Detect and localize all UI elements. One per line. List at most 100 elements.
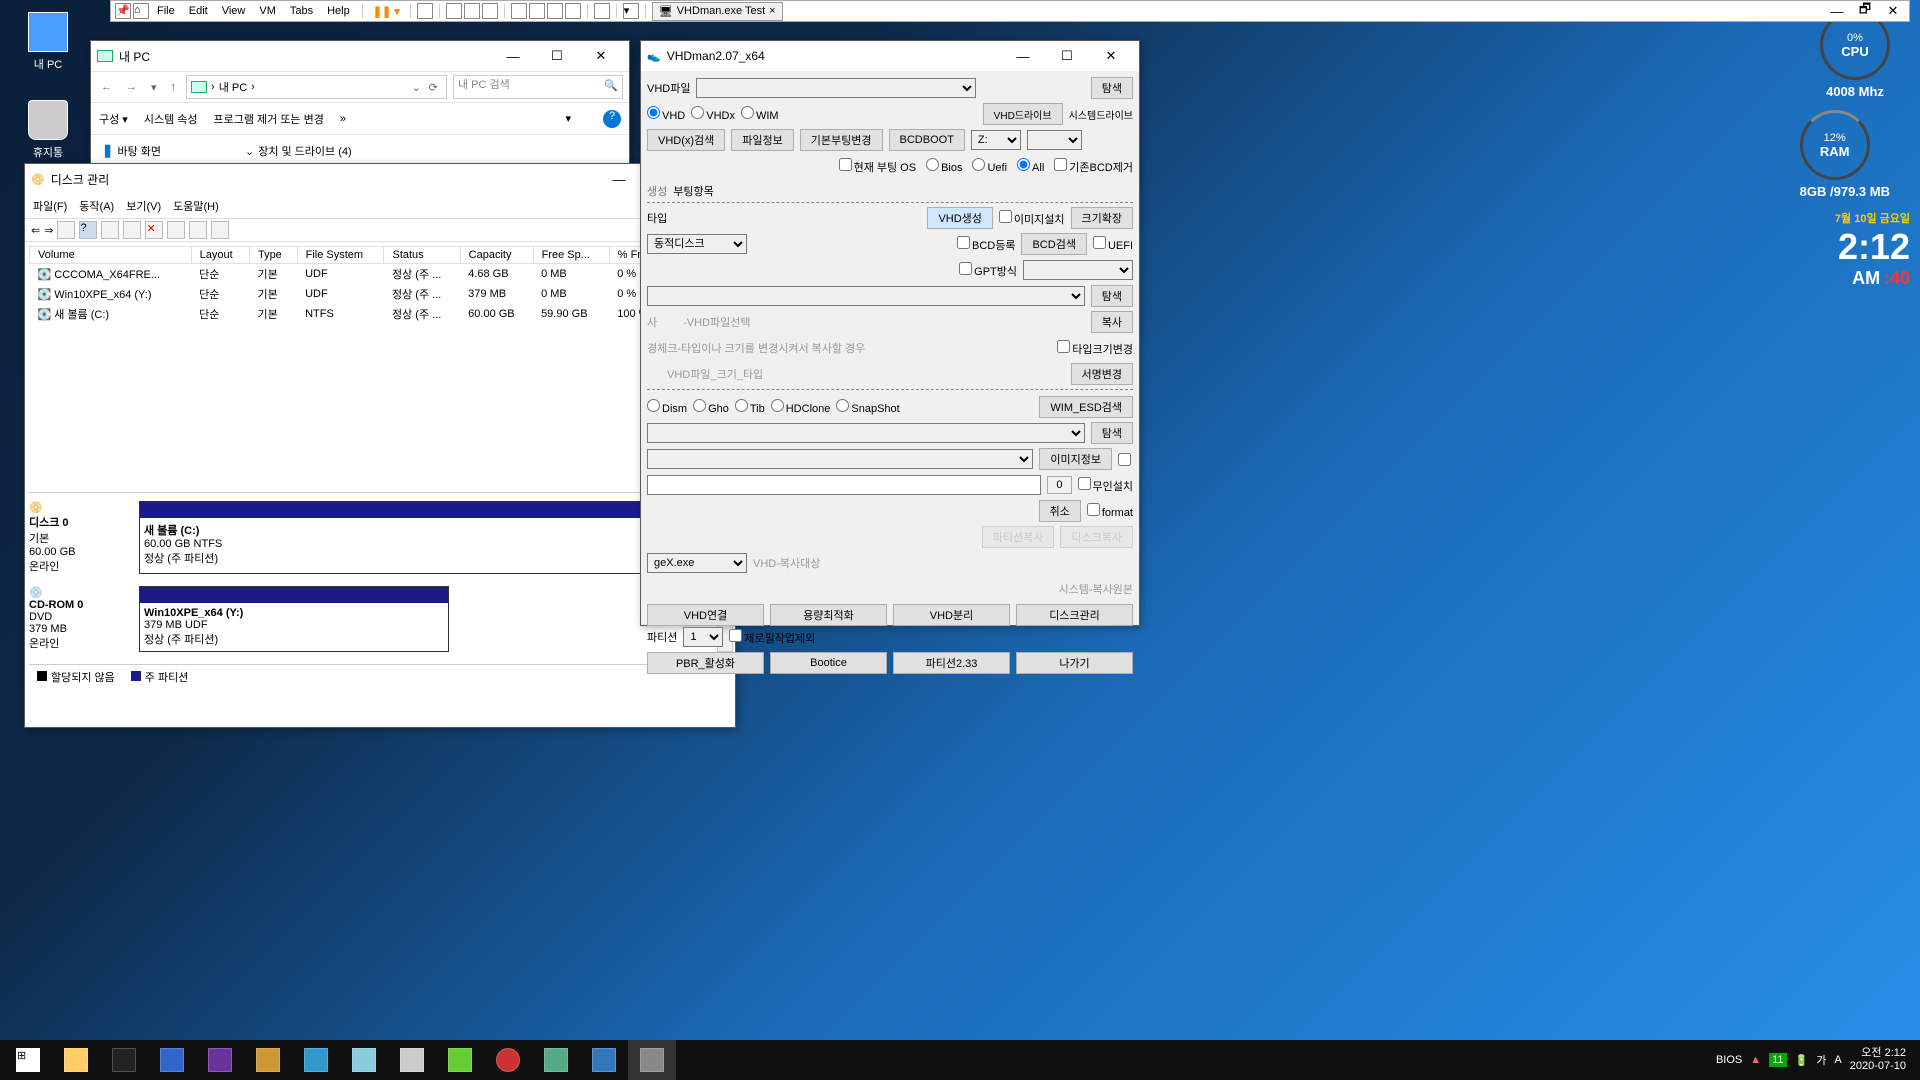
- btn-bcdboot[interactable]: BCDBOOT: [889, 129, 965, 151]
- taskbar-explorer[interactable]: [52, 1040, 100, 1080]
- addr-dropdown[interactable]: ⌄: [412, 81, 421, 94]
- pin-icon[interactable]: 📌: [115, 3, 131, 19]
- tray-lang-icon[interactable]: 가: [1816, 1052, 1826, 1068]
- taskbar-app3[interactable]: [292, 1040, 340, 1080]
- opt-tib[interactable]: [735, 399, 748, 412]
- nav-fwd-icon[interactable]: ⇒: [44, 224, 53, 237]
- minimize-button[interactable]: —: [1001, 42, 1045, 70]
- btn-exit[interactable]: 나가기: [1016, 652, 1133, 674]
- chk-noinstall[interactable]: [1078, 477, 1091, 490]
- help-icon[interactable]: ?: [603, 110, 621, 128]
- menu-view[interactable]: View: [216, 3, 252, 19]
- tb-icon-5[interactable]: [511, 3, 527, 19]
- table-row[interactable]: 💽 CCCOMA_X64FRE...단순기본UDF정상 (주 ...4.68 G…: [30, 264, 731, 285]
- sel-partnum[interactable]: 1: [683, 627, 723, 647]
- combo-3[interactable]: [647, 423, 1085, 443]
- btn-search3[interactable]: 탐색: [1091, 422, 1133, 444]
- col-type[interactable]: Type: [249, 247, 297, 264]
- tb-icon-7[interactable]: [547, 3, 563, 19]
- pause-icon[interactable]: ❚❚ ▾: [369, 5, 404, 18]
- tb-1[interactable]: [57, 221, 75, 239]
- btn-pbr[interactable]: PBR_활성화: [647, 652, 764, 674]
- combo-vhd2[interactable]: [647, 286, 1085, 306]
- col-fs[interactable]: File System: [297, 247, 384, 264]
- btn-cancel[interactable]: 취소: [1039, 500, 1081, 522]
- menu-more[interactable]: »: [340, 113, 346, 125]
- btn-vhdsep[interactable]: VHD분리: [893, 604, 1010, 626]
- btn-vhdcreate[interactable]: VHD생성: [927, 207, 992, 229]
- opt-bios[interactable]: [926, 158, 939, 171]
- help-icon[interactable]: ?: [79, 221, 97, 239]
- tb-2[interactable]: [101, 221, 119, 239]
- dm-menu-view[interactable]: 보기(V): [126, 198, 161, 214]
- taskbar-save[interactable]: [148, 1040, 196, 1080]
- btn-bootchange[interactable]: 기본부팅변경: [800, 129, 883, 151]
- tab-bootitems[interactable]: 부팅항목: [673, 183, 713, 199]
- col-status[interactable]: Status: [384, 247, 460, 264]
- tb-icon-2[interactable]: [446, 3, 462, 19]
- btn-sizeext[interactable]: 크기확장: [1071, 207, 1133, 229]
- refresh-icon[interactable]: ⟳: [425, 81, 442, 94]
- sel-gpt[interactable]: [1023, 260, 1133, 280]
- refresh-icon[interactable]: [123, 221, 141, 239]
- btn-fileinfo[interactable]: 파일정보: [731, 129, 793, 151]
- tb-icon-3[interactable]: [464, 3, 480, 19]
- btn-bcdsearch[interactable]: BCD검색: [1021, 233, 1086, 255]
- tb-3[interactable]: [167, 221, 185, 239]
- tb-icon-4[interactable]: [482, 3, 498, 19]
- cdrom-info[interactable]: 💿 CD-ROM 0 DVD 379 MB 온라인: [29, 586, 129, 652]
- tray-battery-icon[interactable]: 🔋: [1795, 1054, 1809, 1067]
- chk-uefi[interactable]: [1093, 236, 1106, 249]
- menu-org[interactable]: 구성 ▾: [99, 111, 128, 127]
- desktop-icon-recycle[interactable]: 휴지통: [18, 100, 78, 160]
- nav-recent[interactable]: ▾: [147, 81, 161, 94]
- vhdman-titlebar[interactable]: 👟 VHDman2.07_x64 — ☐ ✕: [641, 41, 1139, 71]
- start-button[interactable]: ⊞: [4, 1040, 52, 1080]
- home-icon[interactable]: ⌂: [133, 3, 149, 19]
- table-row[interactable]: 💽 새 볼륨 (C:)단순기본NTFS정상 (주 ...60.00 GB59.9…: [30, 304, 731, 324]
- desktop-icon-mypc[interactable]: 내 PC: [18, 12, 78, 72]
- vm-tab[interactable]: 🖥 VHDman.exe Test ×: [652, 2, 783, 21]
- taskbar-app1[interactable]: [196, 1040, 244, 1080]
- taskbar-cmd[interactable]: [100, 1040, 148, 1080]
- taskbar-app4[interactable]: [340, 1040, 388, 1080]
- nav-forward[interactable]: →: [122, 81, 141, 93]
- chk-typesize[interactable]: [1057, 340, 1070, 353]
- dm-menu-action[interactable]: 동작(A): [79, 198, 114, 214]
- chk-imageinfo-extra[interactable]: [1118, 453, 1131, 466]
- tab-close-icon[interactable]: ×: [769, 5, 775, 17]
- input-path[interactable]: [647, 475, 1041, 495]
- opt-snapshot[interactable]: [836, 399, 849, 412]
- chk-gpt[interactable]: [959, 262, 972, 275]
- col-free[interactable]: Free Sp...: [533, 247, 609, 264]
- nav-up[interactable]: ↑: [167, 81, 181, 93]
- col-capacity[interactable]: Capacity: [460, 247, 533, 264]
- diskmgmt-titlebar[interactable]: 📀 디스크 관리 — ☐ ✕: [25, 164, 735, 194]
- taskbar-app8[interactable]: [580, 1040, 628, 1080]
- opt-gho[interactable]: [693, 399, 706, 412]
- close-button[interactable]: ✕: [579, 42, 623, 70]
- btn-descchange[interactable]: 서명변경: [1071, 363, 1133, 385]
- disk0-info[interactable]: 📀 디스크 0 기본 60.00 GB 온라인: [29, 501, 129, 574]
- dm-menu-file[interactable]: 파일(F): [33, 198, 67, 214]
- close-button[interactable]: ✕: [1089, 42, 1133, 70]
- btn-copy[interactable]: 복사: [1091, 311, 1133, 333]
- chk-bcdremove[interactable]: [1054, 158, 1067, 171]
- menu-tabs[interactable]: Tabs: [284, 3, 319, 19]
- table-row[interactable]: 💽 Win10XPE_x64 (Y:)단순기본UDF정상 (주 ...379 M…: [30, 284, 731, 304]
- btn-diskmgmt[interactable]: 디스크관리: [1016, 604, 1133, 626]
- tb-icon-10[interactable]: ▾: [623, 3, 639, 19]
- opt-all[interactable]: [1017, 158, 1030, 171]
- minimize-button[interactable]: —: [597, 165, 641, 193]
- opt-hdclone[interactable]: [771, 399, 784, 412]
- sel-disktype[interactable]: 동적디스크: [647, 234, 747, 254]
- address-bar[interactable]: › 내 PC › ⌄ ⟳: [186, 75, 447, 99]
- address-text[interactable]: 내 PC: [219, 79, 247, 95]
- nav-back-icon[interactable]: ⇐: [31, 224, 40, 237]
- view-options-icon[interactable]: ▾: [565, 112, 571, 125]
- delete-icon[interactable]: ✕: [145, 221, 163, 239]
- menu-uninstall[interactable]: 프로그램 제거 또는 변경: [213, 111, 323, 127]
- menu-edit[interactable]: Edit: [183, 3, 214, 19]
- minimize-button[interactable]: —: [491, 42, 535, 70]
- opt-dism[interactable]: [647, 399, 660, 412]
